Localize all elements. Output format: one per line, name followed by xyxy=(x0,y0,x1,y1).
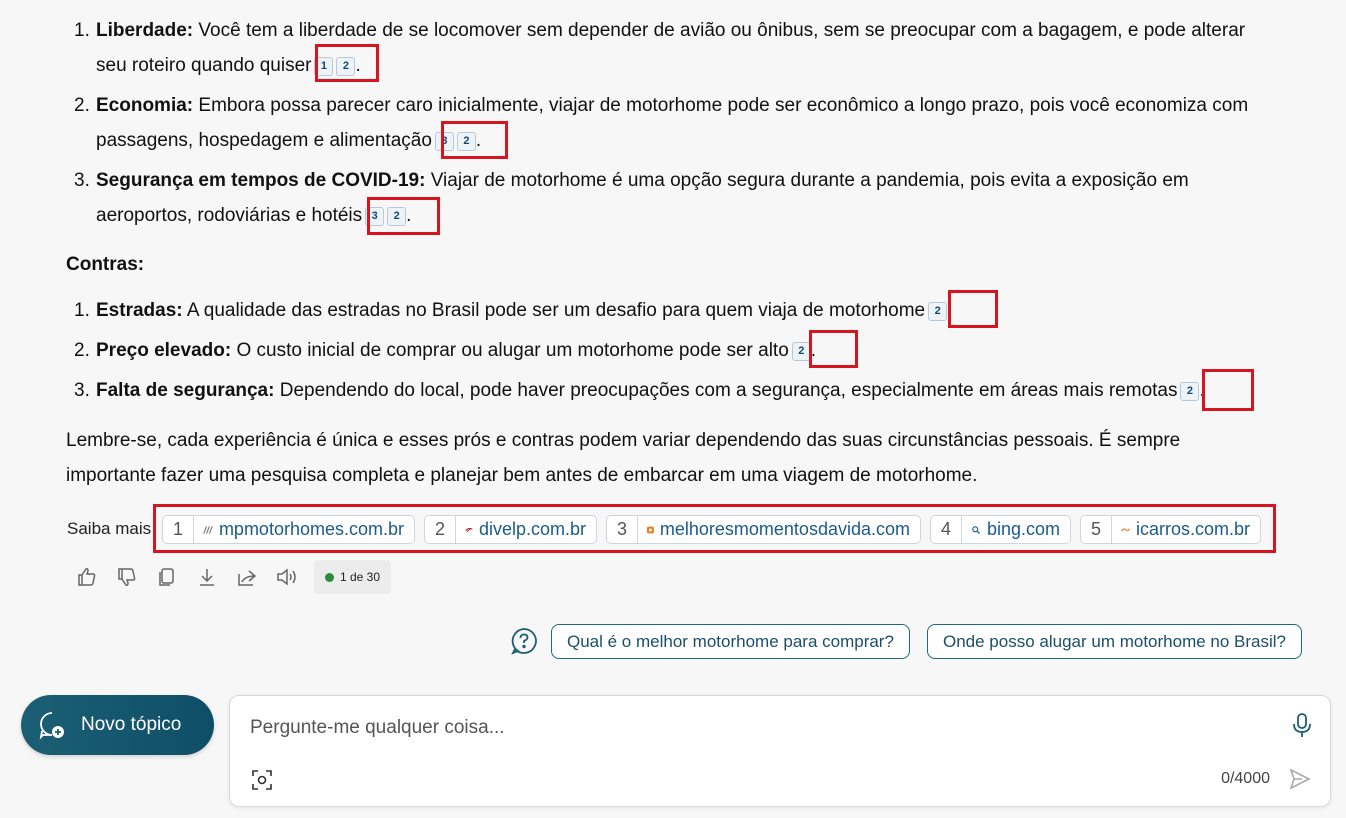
send-icon[interactable] xyxy=(1288,767,1312,791)
closing-paragraph: Lembre-se, cada experiência é única e es… xyxy=(66,423,1286,493)
citation-link[interactable]: 1 xyxy=(314,57,334,76)
learn-more-label: Saiba mais xyxy=(67,519,152,538)
source-domain: icarros.com.br xyxy=(1135,519,1250,539)
citation-link[interactable]: 3 xyxy=(365,207,385,226)
thumbs-up-button[interactable] xyxy=(74,564,100,590)
char-count: 0/4000 xyxy=(1221,770,1270,787)
punct: . xyxy=(810,340,817,361)
item-text-cont: passagens, hospedagem e alimentação xyxy=(96,130,432,151)
item-text: A qualidade das estradas no Brasil pode … xyxy=(186,300,926,321)
source-link-5[interactable]: 5 icarros.com.br xyxy=(1080,515,1261,544)
divelp-logo-icon xyxy=(465,527,473,532)
item-text: Viajar de motorhome é uma opção segura d… xyxy=(430,170,1189,191)
punct: . xyxy=(475,130,482,151)
status-dot xyxy=(324,572,334,582)
copy-icon xyxy=(159,568,174,586)
chat-input[interactable] xyxy=(248,712,1252,744)
source-link-2[interactable]: 2 divelp.com.br xyxy=(424,515,597,544)
source-index: 5 xyxy=(1081,516,1113,543)
image-search-icon[interactable] xyxy=(250,768,274,792)
download-icon xyxy=(200,569,214,586)
thumbs-up-icon xyxy=(78,568,96,586)
item-text: Embora possa parecer caro inicialmente, … xyxy=(198,95,1249,116)
new-chat-icon xyxy=(39,712,64,740)
bing-search-icon xyxy=(972,525,980,534)
list-number: 2. xyxy=(74,95,90,116)
source-index: 2 xyxy=(425,516,457,543)
source-domain: melhoresmomentosdavida.com xyxy=(659,519,910,539)
con-item-3: 3. Falta de segurança: Dependendo do loc… xyxy=(74,373,1306,408)
citation-link[interactable]: 2 xyxy=(387,207,407,226)
item-title: Segurança em tempos de COVID-19: xyxy=(96,170,426,191)
item-title: Falta de segurança: xyxy=(96,380,275,401)
icarros-logo-icon xyxy=(1121,527,1130,532)
citation-link[interactable]: 2 xyxy=(791,342,811,361)
mp-logo-icon xyxy=(203,525,213,534)
question-help-icon xyxy=(511,628,537,655)
list-number: 1. xyxy=(74,300,90,321)
item-title: Estradas: xyxy=(96,300,183,321)
thumbs-down-icon xyxy=(118,568,136,586)
punct: . xyxy=(947,300,953,321)
source-index: 3 xyxy=(607,516,639,543)
con-item-1: 1. Estradas: A qualidade das estradas no… xyxy=(74,293,1306,328)
citation-link[interactable]: 2 xyxy=(928,302,948,321)
item-text-cont: seu roteiro quando quiser xyxy=(96,55,312,76)
source-link-4[interactable]: 4 bing.com xyxy=(930,515,1071,544)
orange-square-icon xyxy=(647,526,654,533)
list-number: 2. xyxy=(74,340,90,361)
export-button[interactable] xyxy=(194,564,220,590)
item-text: Dependendo do local, pode haver preocupa… xyxy=(279,380,1178,401)
list-number: 1. xyxy=(74,20,90,41)
item-text-cont: aeroportos, rodoviárias e hotéis xyxy=(96,205,363,226)
pro-item-3: 3. Segurança em tempos de COVID-19: Viaj… xyxy=(74,163,1306,233)
response-counter: 1 de 30 xyxy=(314,560,391,594)
read-aloud-button[interactable] xyxy=(274,564,300,590)
source-index: 4 xyxy=(931,516,963,543)
punct: . xyxy=(406,205,412,226)
copy-button[interactable] xyxy=(154,564,180,590)
citation-link[interactable]: 2 xyxy=(336,57,356,76)
source-link-3[interactable]: 3 melhoresmomentosdavida.com xyxy=(606,515,921,544)
source-index: 1 xyxy=(163,516,195,543)
share-button[interactable] xyxy=(234,564,260,590)
citation-link[interactable]: 2 xyxy=(456,132,476,151)
source-domain: mpmotorhomes.com.br xyxy=(218,519,404,539)
punct: . xyxy=(355,55,361,76)
thumbs-down-button[interactable] xyxy=(114,564,140,590)
new-topic-button[interactable]: Novo tópico xyxy=(21,695,214,755)
closing-line-2: importante fazer uma pesquisa completa e… xyxy=(66,465,978,486)
microphone-icon[interactable] xyxy=(1292,712,1312,738)
pro-item-2: 2. Economia: Embora possa parecer caro i… xyxy=(74,88,1306,158)
source-link-1[interactable]: 1 mpmotorhomes.com.br xyxy=(162,515,415,544)
item-title: Economia: xyxy=(96,95,194,116)
suggestion-chip-2[interactable]: Onde posso alugar um motorhome no Brasil… xyxy=(927,624,1303,659)
list-number: 3. xyxy=(74,380,90,401)
counter-text: 1 de 30 xyxy=(339,570,381,584)
share-icon xyxy=(238,570,257,586)
item-title: Preço elevado: xyxy=(96,340,232,361)
citation-link[interactable]: 3 xyxy=(434,132,454,151)
item-title: Liberdade: xyxy=(96,20,194,41)
pro-item-1: 1. Liberdade: Você tem a liberdade de se… xyxy=(74,13,1306,83)
suggestion-chip-1[interactable]: Qual é o melhor motorhome para comprar? xyxy=(551,624,910,659)
contras-heading: Contras: xyxy=(66,254,145,275)
response-actions xyxy=(74,562,314,592)
chat-input-container: 0/4000 xyxy=(229,695,1331,807)
item-text: O custo inicial de comprar ou alugar um … xyxy=(236,340,789,361)
closing-line-1: Lembre-se, cada experiência é única e es… xyxy=(66,430,1181,451)
source-domain: divelp.com.br xyxy=(478,519,586,539)
item-text: Você tem a liberdade de se locomover sem… xyxy=(198,20,1246,41)
list-number: 3. xyxy=(74,170,90,191)
citation-link[interactable]: 2 xyxy=(1180,382,1200,401)
punct: . xyxy=(1199,380,1205,401)
source-domain: bing.com xyxy=(986,519,1060,539)
con-item-2: 2. Preço elevado: O custo inicial de com… xyxy=(74,333,1306,368)
speaker-icon xyxy=(277,568,296,586)
new-topic-label: Novo tópico xyxy=(81,714,182,735)
